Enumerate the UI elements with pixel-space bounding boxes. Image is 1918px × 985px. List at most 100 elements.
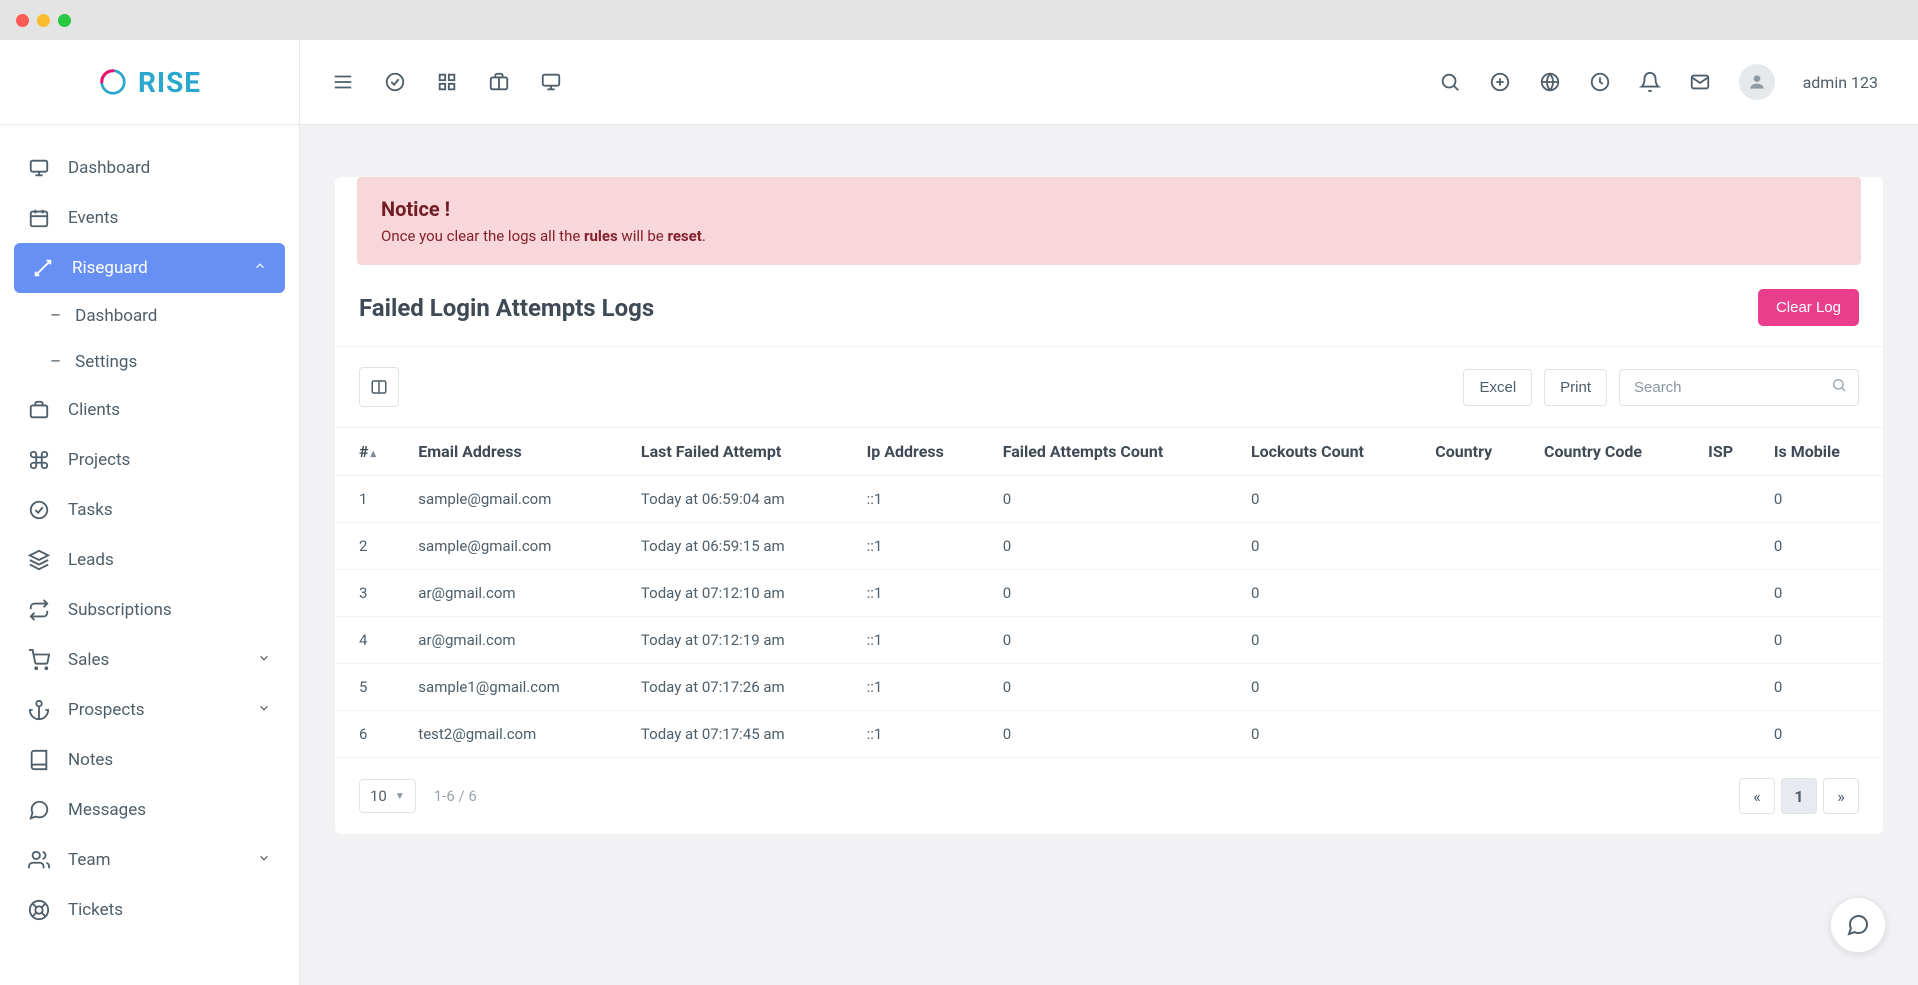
sidebar-sub-settings[interactable]: – Settings — [0, 339, 299, 385]
col-country[interactable]: Country — [1423, 428, 1532, 476]
logs-table: #▴ Email Address Last Failed Attempt Ip … — [335, 427, 1883, 758]
sidebar-item-label: Leads — [68, 550, 114, 570]
cell-isp — [1696, 523, 1762, 570]
sidebar-item-team[interactable]: Team — [0, 835, 299, 885]
clock-icon[interactable] — [1589, 71, 1611, 93]
grid-apps-icon[interactable] — [436, 71, 458, 93]
col-is-mobile[interactable]: Is Mobile — [1762, 428, 1883, 476]
col-isp[interactable]: ISP — [1696, 428, 1762, 476]
cell-ip: ::1 — [855, 570, 991, 617]
page-first-button[interactable]: « — [1739, 778, 1775, 814]
cell-failed_count: 0 — [991, 523, 1239, 570]
cell-index: 3 — [335, 570, 406, 617]
col-last-attempt[interactable]: Last Failed Attempt — [629, 428, 855, 476]
cell-country — [1423, 711, 1532, 758]
col-index[interactable]: #▴ — [335, 428, 406, 476]
check-circle-icon[interactable] — [384, 71, 406, 93]
briefcase-icon — [28, 399, 50, 421]
notice-text: will be — [618, 227, 668, 245]
window-close-icon[interactable] — [16, 14, 29, 27]
sidebar-item-tasks[interactable]: Tasks — [0, 485, 299, 535]
layers-icon — [28, 549, 50, 571]
cell-is_mobile: 0 — [1762, 711, 1883, 758]
col-email[interactable]: Email Address — [406, 428, 629, 476]
minus-icon: – — [50, 352, 61, 372]
briefcase-icon[interactable] — [488, 71, 510, 93]
cell-index: 1 — [335, 476, 406, 523]
calendar-icon — [28, 207, 50, 229]
notice-title: Notice ! — [381, 197, 1837, 221]
sidebar-item-subscriptions[interactable]: Subscriptions — [0, 585, 299, 635]
cell-country_code — [1532, 711, 1696, 758]
export-excel-button[interactable]: Excel — [1463, 369, 1532, 406]
page-last-button[interactable]: » — [1823, 778, 1859, 814]
cell-index: 6 — [335, 711, 406, 758]
life-buoy-icon — [28, 899, 50, 921]
table-row[interactable]: 6test2@gmail.comToday at 07:17:45 am::10… — [335, 711, 1883, 758]
window-minimize-icon[interactable] — [37, 14, 50, 27]
cell-failed_count: 0 — [991, 476, 1239, 523]
sidebar-item-events[interactable]: Events — [0, 193, 299, 243]
table-header-row: #▴ Email Address Last Failed Attempt Ip … — [335, 428, 1883, 476]
cell-failed_count: 0 — [991, 711, 1239, 758]
table-row[interactable]: 2sample@gmail.comToday at 06:59:15 am::1… — [335, 523, 1883, 570]
sidebar-item-riseguard[interactable]: Riseguard — [14, 243, 285, 293]
sidebar-item-sales[interactable]: Sales — [0, 635, 299, 685]
table-row[interactable]: 3ar@gmail.comToday at 07:12:10 am::1000 — [335, 570, 1883, 617]
sidebar-item-clients[interactable]: Clients — [0, 385, 299, 435]
print-button[interactable]: Print — [1544, 369, 1607, 406]
cell-email: ar@gmail.com — [406, 570, 629, 617]
col-country-code[interactable]: Country Code — [1532, 428, 1696, 476]
window-maximize-icon[interactable] — [58, 14, 71, 27]
cell-country — [1423, 664, 1532, 711]
col-ip[interactable]: Ip Address — [855, 428, 991, 476]
sidebar-item-notes[interactable]: Notes — [0, 735, 299, 785]
monitor-icon[interactable] — [540, 71, 562, 93]
sidebar-item-dashboard[interactable]: Dashboard — [0, 143, 299, 193]
mail-icon[interactable] — [1689, 71, 1711, 93]
sidebar-item-prospects[interactable]: Prospects — [0, 685, 299, 735]
sidebar-item-tickets[interactable]: Tickets — [0, 885, 299, 935]
sidebar-item-leads[interactable]: Leads — [0, 535, 299, 585]
chevron-down-icon — [257, 850, 271, 870]
cell-isp — [1696, 711, 1762, 758]
clear-log-button[interactable]: Clear Log — [1758, 289, 1859, 326]
add-circle-icon[interactable] — [1489, 71, 1511, 93]
message-circle-icon — [28, 799, 50, 821]
username[interactable]: admin 123 — [1803, 73, 1878, 92]
page-size-selector[interactable]: 10 ▼ — [359, 779, 416, 813]
browser-chrome — [0, 0, 1918, 40]
cell-ip: ::1 — [855, 617, 991, 664]
page-title: Failed Login Attempts Logs — [359, 294, 654, 322]
search-icon[interactable] — [1439, 71, 1461, 93]
chat-fab[interactable] — [1830, 897, 1886, 953]
globe-icon[interactable] — [1539, 71, 1561, 93]
sidebar-item-label: Messages — [68, 800, 146, 820]
table-row[interactable]: 5sample1@gmail.comToday at 07:17:26 am::… — [335, 664, 1883, 711]
sidebar-sub-dashboard[interactable]: – Dashboard — [0, 293, 299, 339]
avatar[interactable] — [1739, 64, 1775, 100]
cell-index: 5 — [335, 664, 406, 711]
cell-last_attempt: Today at 06:59:04 am — [629, 476, 855, 523]
cell-email: sample@gmail.com — [406, 476, 629, 523]
page-number-button[interactable]: 1 — [1781, 778, 1817, 814]
cell-ip: ::1 — [855, 523, 991, 570]
sidebar-item-messages[interactable]: Messages — [0, 785, 299, 835]
col-lockouts[interactable]: Lockouts Count — [1239, 428, 1423, 476]
table-row[interactable]: 1sample@gmail.comToday at 06:59:04 am::1… — [335, 476, 1883, 523]
col-failed-count[interactable]: Failed Attempts Count — [991, 428, 1239, 476]
columns-toggle-button[interactable] — [359, 367, 399, 407]
sidebar: Dashboard Events Riseguard – Dashboard –… — [0, 125, 300, 985]
sidebar-item-projects[interactable]: Projects — [0, 435, 299, 485]
table-row[interactable]: 4ar@gmail.comToday at 07:12:19 am::1000 — [335, 617, 1883, 664]
cell-failed_count: 0 — [991, 617, 1239, 664]
menu-toggle-icon[interactable] — [332, 71, 354, 93]
chevron-down-icon — [257, 650, 271, 670]
chevron-down-icon — [257, 700, 271, 720]
anchor-icon — [28, 699, 50, 721]
cell-last_attempt: Today at 07:17:26 am — [629, 664, 855, 711]
notice-bold: rules — [584, 227, 618, 245]
brand[interactable]: RISE — [0, 40, 300, 124]
search-input[interactable] — [1619, 369, 1859, 406]
bell-icon[interactable] — [1639, 71, 1661, 93]
